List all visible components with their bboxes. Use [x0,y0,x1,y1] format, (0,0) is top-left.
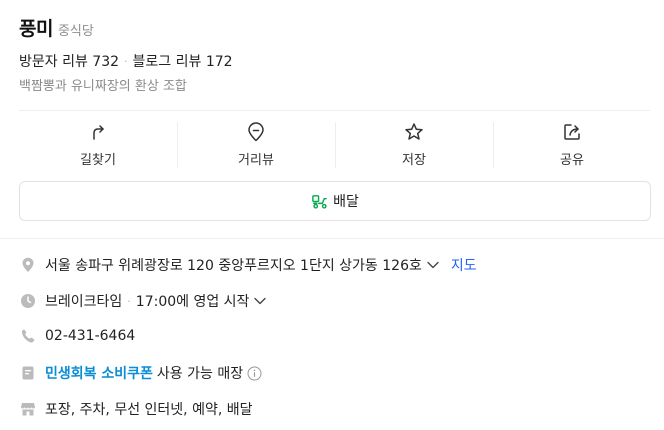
coupon-row: 민생회복 소비쿠폰 사용 가능 매장 [19,363,262,383]
save-button[interactable]: 저장 [335,111,493,175]
address-text: 서울 송파구 위례광장로 120 중앙푸르지오 1단지 상가동 126호 [45,258,422,274]
location-pin-icon [19,256,37,274]
coupon-icon [19,364,37,382]
store-icon [19,400,37,418]
phone-icon [19,327,37,345]
amenities-row: 포장, 주차, 무선 인터넷, 예약, 배달 [19,399,253,419]
delivery-scooter-icon [312,194,327,209]
address-expand-chevron-icon[interactable] [427,261,439,269]
amenities-text: 포장, 주차, 무선 인터넷, 예약, 배달 [45,402,253,418]
hours-row: 브레이크타임 · 17:00에 영업 시작 [19,291,267,311]
map-link[interactable]: 지도 [451,255,477,275]
star-icon [405,122,423,140]
coupon-suffix: 사용 가능 매장 [156,366,244,382]
clock-icon [19,292,37,310]
directions-button[interactable]: 길찾기 [19,111,177,175]
share-icon [564,123,580,140]
map-pin-icon [248,121,264,141]
share-label: 공유 [560,152,584,168]
hours-detail: 17:00에 영업 시작 [135,294,250,310]
review-separator: · [124,54,128,68]
review-summary: 방문자 리뷰 732 · 블로그 리뷰 172 [19,51,233,71]
phone-row: 02-431-6464 [19,327,135,345]
phone-number[interactable]: 02-431-6464 [45,328,135,344]
hours-expand-chevron-icon[interactable] [254,297,267,305]
hours-status: 브레이크타임 [45,294,123,310]
info-circle-icon[interactable] [247,366,262,381]
streetview-button[interactable]: 거리뷰 [177,111,335,175]
place-description: 백짬뽕과 유니짜장의 환상 조합 [19,79,187,94]
directions-icon [93,124,104,140]
address-row: 서울 송파구 위례광장로 120 중앙푸르지오 1단지 상가동 126호 지도 [19,255,477,275]
place-name: 풍미 [19,18,53,40]
place-header: 풍미 중식당 [19,14,94,41]
directions-label: 길찾기 [80,152,116,168]
save-label: 저장 [402,152,426,168]
delivery-button[interactable]: 배달 [19,181,651,221]
delivery-label: 배달 [333,194,359,210]
section-divider [0,238,664,239]
streetview-label: 거리뷰 [238,152,274,168]
share-button[interactable]: 공유 [493,111,651,175]
blog-review-link[interactable]: 블로그 리뷰 172 [133,51,233,71]
coupon-link[interactable]: 민생회복 소비쿠폰 [45,363,153,383]
visitor-review-link[interactable]: 방문자 리뷰 732 [19,51,119,71]
hours-separator: · [127,294,131,308]
action-bar: 길찾기 거리뷰 저장 공유 [19,111,651,175]
place-category: 중식당 [57,24,94,39]
